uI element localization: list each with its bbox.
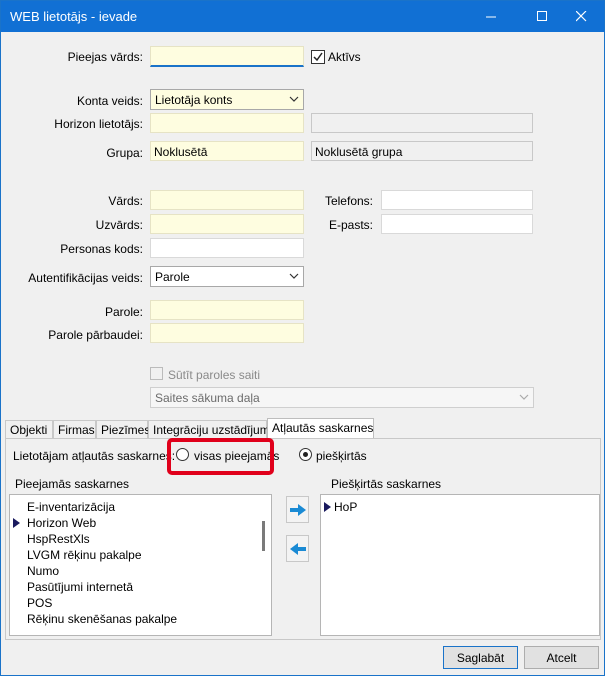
tab-integration-settings[interactable]: Integrāciju uzstādījumi: [148, 420, 272, 439]
auth-type-select[interactable]: Parole: [150, 266, 304, 287]
tab-objects[interactable]: Objekti: [5, 420, 53, 439]
tab-label: Objekti: [10, 423, 48, 437]
list-item[interactable]: Rēķinu skenēšanas pakalpe: [27, 612, 177, 626]
personal-code-label: Personas kods:: [60, 242, 143, 256]
email-label: E-pasts:: [328, 218, 373, 232]
chevron-down-icon: [519, 391, 529, 406]
window-title: WEB lietotājs - ievade: [10, 9, 138, 24]
first-name-input[interactable]: [150, 190, 304, 210]
remove-interface-button[interactable]: [286, 535, 309, 562]
group-name-field: Noklusētā grupa: [311, 141, 533, 161]
chevron-down-icon: [289, 270, 299, 285]
available-interfaces-header: Pieejamās saskarnes: [15, 477, 130, 491]
radio-assigned[interactable]: [299, 448, 312, 461]
scrollbar-thumb[interactable]: [262, 521, 265, 551]
horizon-user-input[interactable]: [150, 113, 304, 133]
save-button[interactable]: Saglabāt: [443, 646, 518, 669]
tab-allowed-interfaces[interactable]: Atļautās saskarnes: [267, 418, 374, 439]
last-name-input[interactable]: [150, 214, 304, 234]
start-page-placeholder: Saites sākuma daļa: [155, 391, 260, 405]
password-label: Parole:: [104, 305, 143, 319]
list-item[interactable]: Horizon Web: [27, 516, 96, 530]
start-page-select[interactable]: Saites sākuma daļa: [150, 387, 534, 408]
title-bar[interactable]: WEB lietotājs - ievade: [1, 1, 604, 32]
login-input[interactable]: [150, 46, 304, 67]
account-type-select[interactable]: Lietotāja konts: [150, 89, 304, 110]
group-label: Grupa:: [106, 146, 143, 160]
login-label: Pieejas vārds:: [67, 50, 143, 64]
list-item[interactable]: Numo: [27, 564, 59, 578]
list-item[interactable]: Pasūtījumi internetā: [27, 580, 133, 594]
send-link-label: Sūtīt paroles saiti: [168, 368, 261, 382]
account-type-value: Lietotāja konts: [155, 93, 233, 107]
send-link-checkbox[interactable]: [150, 367, 163, 380]
list-item[interactable]: HoP: [334, 500, 357, 514]
active-checkbox[interactable]: [311, 50, 325, 64]
list-item[interactable]: POS: [27, 596, 52, 610]
phone-label: Telefons:: [324, 194, 373, 208]
list-item[interactable]: LVGM rēķinu pakalpe: [27, 548, 142, 562]
row-indicator-icon: [324, 501, 331, 515]
account-type-label: Konta veids:: [76, 94, 143, 108]
arrow-left-icon: [289, 542, 306, 555]
allowed-interfaces-label: Lietotājam atļautās saskarnes:: [13, 449, 176, 463]
cancel-button[interactable]: Atcelt: [524, 646, 599, 669]
tab-companies[interactable]: Firmas: [53, 420, 96, 439]
group-input[interactable]: Noklusētā: [150, 141, 304, 161]
tab-label: Firmas: [58, 423, 95, 437]
horizon-user-name-field: [311, 113, 533, 133]
radio-assigned-label: piešķirtās: [316, 449, 367, 463]
dialog-window: WEB lietotājs - ievade Pieejas vārds: Ak…: [0, 0, 605, 676]
email-input[interactable]: [381, 214, 533, 234]
add-interface-button[interactable]: [286, 496, 309, 523]
last-name-label: Uzvārds:: [95, 218, 143, 232]
password-confirm-label: Parole pārbaudei:: [48, 328, 143, 342]
personal-code-input[interactable]: [150, 238, 304, 258]
password-input[interactable]: [150, 300, 304, 320]
highlight-annotation: [167, 438, 274, 475]
minimize-icon[interactable]: [469, 1, 514, 32]
tab-label: Integrāciju uzstādījumi: [153, 423, 273, 437]
tab-label: Atļautās saskarnes: [272, 421, 374, 435]
horizon-user-label: Horizon lietotājs:: [54, 117, 143, 131]
auth-type-value: Parole: [155, 270, 190, 284]
tab-notes[interactable]: Piezīmes: [96, 420, 151, 439]
assigned-interfaces-list[interactable]: HoP: [320, 494, 600, 636]
arrow-right-icon: [289, 503, 306, 516]
assigned-interfaces-header: Piešķirtās saskarnes: [331, 477, 442, 491]
checkmark-icon: [313, 52, 323, 62]
first-name-label: Vārds:: [108, 194, 143, 208]
auth-type-label: Autentifikācijas veids:: [28, 271, 143, 285]
list-item[interactable]: E-inventarizācija: [27, 500, 115, 514]
row-indicator-icon: [13, 517, 20, 531]
close-icon[interactable]: [559, 1, 604, 32]
chevron-down-icon: [289, 93, 299, 108]
available-interfaces-list[interactable]: E-inventarizācija Horizon Web HspRestXls…: [9, 494, 272, 636]
password-confirm-input[interactable]: [150, 323, 304, 343]
list-item[interactable]: HspRestXls: [27, 532, 90, 546]
tab-label: Piezīmes: [101, 423, 151, 437]
active-label: Aktīvs: [328, 50, 361, 64]
phone-input[interactable]: [381, 190, 533, 210]
